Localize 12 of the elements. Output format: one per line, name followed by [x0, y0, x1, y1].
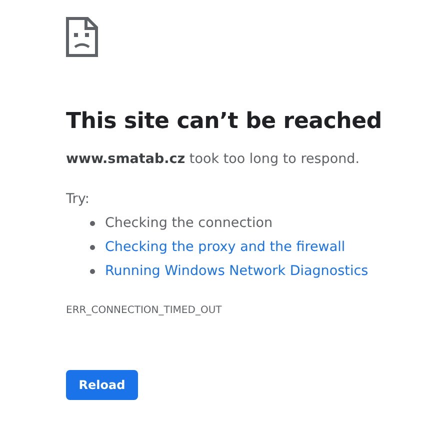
bullet-icon: [90, 244, 95, 250]
suggestion-link[interactable]: Checking the proxy and the firewall: [105, 239, 346, 255]
error-code: ERR_CONNECTION_TIMED_OUT: [66, 305, 222, 316]
bullet-icon: [90, 268, 95, 274]
suggestion-link[interactable]: Running Windows Network Diagnostics: [105, 263, 368, 279]
bullet-icon: [90, 220, 95, 226]
error-message: www.smatab.cz took too long to respond.: [66, 150, 361, 169]
reload-button[interactable]: Reload: [66, 370, 138, 400]
try-label: Try:: [66, 190, 90, 209]
sad-document-icon: [66, 17, 98, 57]
error-heading: This site can’t be reached: [66, 108, 383, 136]
suggestion-text: Checking the connection: [105, 215, 273, 231]
